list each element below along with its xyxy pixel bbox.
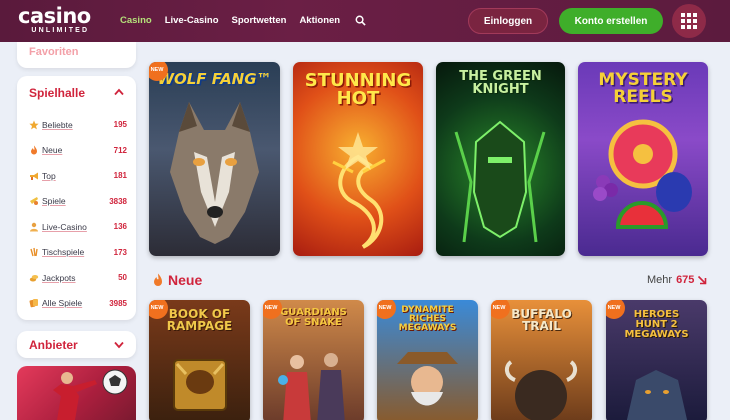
slot-icon <box>30 197 38 206</box>
flame-icon <box>31 145 37 155</box>
main-nav: Casino Live-Casino Sportwetten Aktionen <box>120 15 366 26</box>
hall-item-live-casino[interactable]: Live-Casino 136 <box>29 214 127 240</box>
search-icon[interactable] <box>355 15 366 26</box>
nav-aktionen[interactable]: Aktionen <box>299 15 340 26</box>
login-button[interactable]: Einloggen <box>468 8 548 34</box>
casino-logo[interactable]: casino UNLIMITED <box>18 5 91 35</box>
hall-item-count: 173 <box>113 247 127 257</box>
game-tile-stunning-hot[interactable]: STUNNING HOT <box>293 62 423 256</box>
hall-item-label: Neue <box>42 145 63 156</box>
game-tile-green-knight[interactable]: THE GREEN KNIGHT <box>436 62 565 256</box>
hall-item-label: Beliebte <box>42 119 73 130</box>
hall-item-label: Alle Spiele <box>42 298 83 309</box>
chevron-down-icon[interactable] <box>114 341 124 349</box>
game-hall-list: Beliebte 195 Neue 712 Top 181 Spiele 383… <box>29 112 127 316</box>
promo-banner[interactable] <box>17 366 136 420</box>
dealer-icon <box>30 222 38 232</box>
section-header-neue: Neue <box>152 272 202 288</box>
hall-item-jackpots[interactable]: Jackpots 50 <box>29 265 127 291</box>
hall-item-top[interactable]: Top 181 <box>29 163 127 189</box>
coins-icon <box>29 274 39 282</box>
providers-card[interactable]: Anbieter <box>17 331 136 358</box>
favorites-card[interactable]: Favoriten <box>17 42 136 68</box>
game-tile-heroes-hunt-2[interactable]: HEROES HUNT 2 MEGAWAYS NEW <box>606 300 707 420</box>
hall-item-count: 195 <box>113 120 127 130</box>
hall-item-label: Tischspiele <box>42 247 85 258</box>
section-title: Neue <box>168 272 203 288</box>
arrow-down-right-icon <box>698 275 707 285</box>
chevron-up-icon[interactable] <box>114 88 124 96</box>
flame-icon <box>154 273 162 286</box>
game-tile-wolf-fang[interactable]: WOLF FANG™ NEW <box>149 62 280 256</box>
more-label: Mehr <box>647 274 673 286</box>
hall-item-count: 181 <box>113 171 127 181</box>
hall-item-beliebte[interactable]: Beliebte 195 <box>29 112 127 138</box>
favorites-label: Favoriten <box>29 46 79 58</box>
logo-main-text: casino <box>18 4 91 28</box>
hall-item-tischspiele[interactable]: Tischspiele 173 <box>29 240 127 266</box>
hall-item-label: Live-Casino <box>42 221 87 232</box>
hall-item-count: 3838 <box>109 196 127 206</box>
game-title: MYSTERY REELS <box>598 70 688 107</box>
table-icon <box>30 248 38 257</box>
game-title: THE GREEN KNIGHT <box>459 69 542 97</box>
hall-item-alle-spiele[interactable]: Alle Spiele 3985 <box>29 291 127 317</box>
game-hall-card: Spielhalle Beliebte 195 Neue 712 Top 181… <box>17 76 136 320</box>
game-tile-buffalo-trail[interactable]: BUFFALO TRAIL NEW <box>491 300 592 420</box>
game-tile-book-of-rampage[interactable]: BOOK OF RAMPAGE NEW <box>149 300 250 420</box>
more-link[interactable]: Mehr 675 <box>647 274 707 286</box>
megaphone-icon <box>30 172 38 180</box>
hall-item-label: Jackpots <box>42 272 76 283</box>
register-button[interactable]: Konto erstellen <box>559 8 663 34</box>
game-tile-mystery-reels[interactable]: MYSTERY REELS <box>578 62 708 256</box>
game-title: WOLF FANG™ <box>157 70 272 88</box>
game-tile-dynamite-riches[interactable]: DYNAMITE RICHES MEGAWAYS NEW <box>377 300 478 420</box>
hall-item-count: 136 <box>113 222 127 232</box>
nav-live-casino[interactable]: Live-Casino <box>165 15 219 26</box>
hall-item-label: Spiele <box>42 196 66 207</box>
football-player-image <box>53 369 128 420</box>
grid-icon <box>681 13 697 29</box>
logo-sub-text: UNLIMITED <box>31 27 90 34</box>
cards-icon <box>29 299 38 308</box>
game-hall-title[interactable]: Spielhalle <box>29 86 85 100</box>
more-count: 675 <box>676 274 695 286</box>
top-header: casino UNLIMITED Casino Live-Casino Spor… <box>0 0 730 42</box>
star-icon <box>29 120 39 130</box>
hall-item-label: Top <box>42 170 56 181</box>
game-title: STUNNING HOT <box>304 70 412 109</box>
hall-item-count: 3985 <box>109 298 127 308</box>
providers-title: Anbieter <box>29 338 78 352</box>
wolf-artwork <box>170 102 259 244</box>
hall-item-count: 712 <box>113 145 127 155</box>
hall-item-neue[interactable]: Neue 712 <box>29 138 127 164</box>
game-tile-guardians-of-snake[interactable]: GUARDIANS OF SNAKE NEW <box>263 300 364 420</box>
nav-sportwetten[interactable]: Sportwetten <box>232 15 287 26</box>
hall-item-spiele[interactable]: Spiele 3838 <box>29 189 127 215</box>
hall-item-count: 50 <box>118 273 127 283</box>
nav-casino[interactable]: Casino <box>120 15 152 26</box>
menu-grid-button[interactable] <box>672 4 706 38</box>
